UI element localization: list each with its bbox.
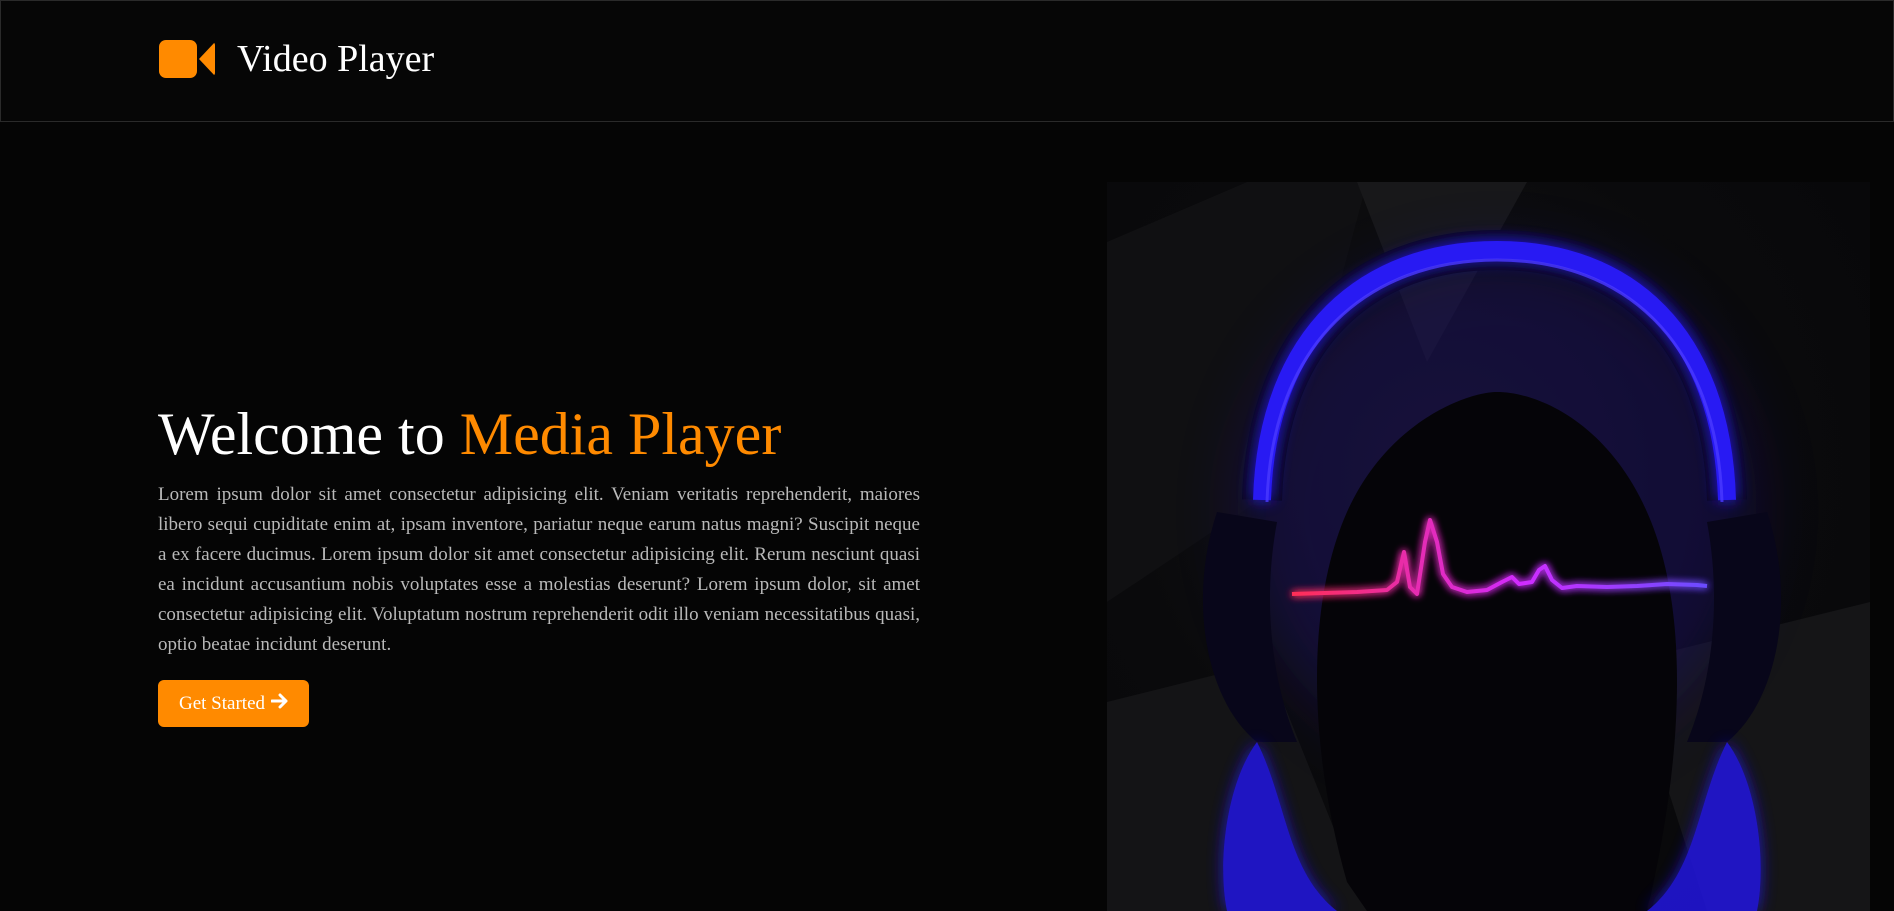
- brand-title: Video Player: [237, 38, 435, 80]
- brand[interactable]: Video Player: [159, 37, 434, 81]
- navbar: Video Player: [0, 0, 1894, 122]
- hero-paragraph: Lorem ipsum dolor sit amet consectetur a…: [158, 484, 920, 655]
- hero-section: Welcome to Media Player Lorem ipsum dolo…: [158, 398, 920, 727]
- get-started-label: Get Started: [179, 692, 266, 714]
- arrow-right-icon: [270, 692, 289, 716]
- neon-headphones-illustration: [1107, 182, 1870, 911]
- video-camera-icon: [159, 39, 217, 79]
- hero-heading-prefix: Welcome to: [158, 401, 460, 467]
- hero-heading-accent: Media Player: [459, 401, 782, 467]
- hero-image: [1107, 182, 1870, 911]
- get-started-button[interactable]: Get Started: [158, 680, 310, 727]
- hero-heading: Welcome to Media Player: [158, 398, 920, 470]
